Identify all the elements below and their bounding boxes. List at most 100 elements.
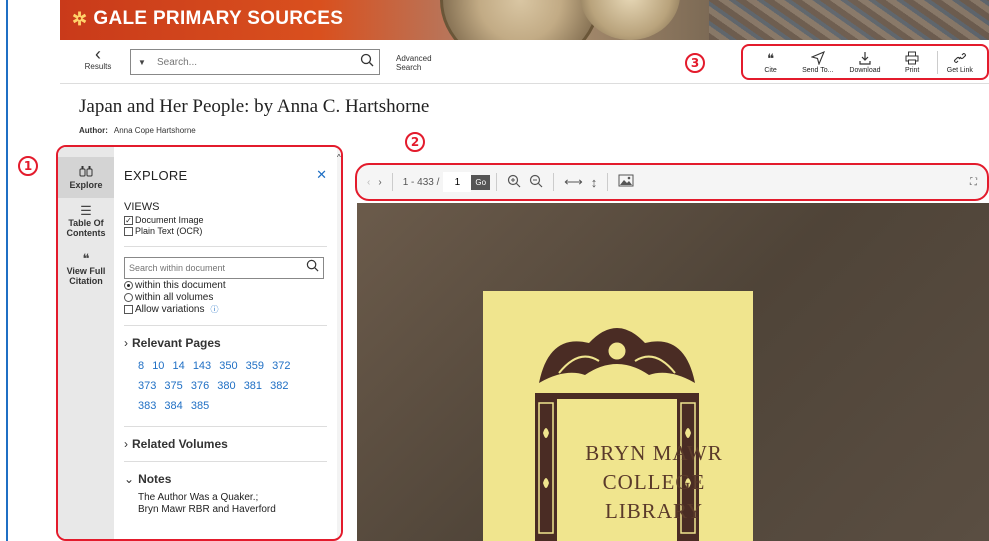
- image-settings-icon[interactable]: [618, 174, 634, 190]
- send-to-button[interactable]: Send To...: [796, 50, 840, 74]
- bookplate-text: BRYN MAWR COLLEGE LIBRARY: [579, 439, 729, 526]
- search-icon[interactable]: [355, 53, 379, 72]
- scope-all-volumes-radio[interactable]: within all volumes: [124, 292, 341, 303]
- search-within-box: [124, 257, 324, 279]
- scope-all-volumes-label: within all volumes: [135, 292, 214, 303]
- divider: [553, 173, 555, 191]
- page-number-input[interactable]: [443, 172, 472, 192]
- relevant-page-link[interactable]: 381: [244, 380, 262, 392]
- fit-height-icon[interactable]: ↕: [591, 175, 598, 190]
- document-image-label: Document Image: [135, 215, 204, 225]
- rail-cite-label-1: View Full: [66, 266, 106, 276]
- zoom-out-icon[interactable]: [529, 174, 543, 191]
- bookplate-image: BRYN MAWR COLLEGE LIBRARY: [483, 291, 753, 541]
- rail-toc-label-2: Contents: [66, 228, 106, 238]
- previous-page-icon[interactable]: ‹: [367, 177, 370, 188]
- next-page-icon[interactable]: ›: [378, 177, 381, 188]
- relevant-page-link[interactable]: 382: [270, 380, 288, 392]
- fullscreen-icon[interactable]: ⛶: [970, 177, 977, 188]
- zoom-in-icon[interactable]: [507, 174, 521, 191]
- print-button[interactable]: Print: [890, 51, 934, 74]
- related-volumes-toggle[interactable]: › Related Volumes: [124, 437, 341, 451]
- quote-icon: ❝: [82, 251, 90, 266]
- plate-line-1: BRYN MAWR: [585, 441, 723, 465]
- logo-text: GALE PRIMARY SOURCES: [93, 8, 344, 29]
- relevant-page-link[interactable]: 143: [193, 360, 211, 372]
- relevant-page-link[interactable]: 375: [164, 380, 182, 392]
- search-within-input[interactable]: [125, 263, 301, 273]
- search-scope-dropdown[interactable]: ▼: [131, 58, 153, 67]
- page-edge: [6, 0, 8, 541]
- relevant-page-link[interactable]: 10: [152, 360, 164, 372]
- relevant-page-link[interactable]: 373: [138, 380, 156, 392]
- rail-view-citation[interactable]: ❝ View Full Citation: [58, 246, 114, 294]
- scope-this-document-radio[interactable]: within this document: [124, 280, 341, 291]
- cite-button[interactable]: ❝ Cite: [749, 51, 793, 74]
- chevron-right-icon: ›: [124, 336, 128, 350]
- relevant-page-link[interactable]: 372: [272, 360, 290, 372]
- author-label: Author:: [79, 126, 108, 135]
- explore-pane: EXPLORE ✕ VIEWS ✓ Document Image Plain T…: [114, 147, 341, 539]
- relevant-page-link[interactable]: 14: [173, 360, 185, 372]
- pane-scrollbar[interactable]: [337, 147, 341, 539]
- document-image-checkbox[interactable]: ✓ Document Image: [124, 215, 341, 225]
- relevant-page-link[interactable]: 383: [138, 400, 156, 412]
- relevant-page-link[interactable]: 376: [191, 380, 209, 392]
- views-section: VIEWS ✓ Document Image Plain Text (OCR): [124, 201, 341, 236]
- results-back-button[interactable]: ‹ Results: [78, 44, 118, 71]
- close-icon[interactable]: ✕: [316, 167, 327, 183]
- help-icon[interactable]: ⓘ: [210, 304, 218, 315]
- checkbox-icon: [124, 305, 133, 314]
- checkbox-checked-icon: ✓: [124, 215, 133, 225]
- notes-label: Notes: [138, 472, 172, 486]
- plain-text-checkbox[interactable]: Plain Text (OCR): [124, 226, 341, 236]
- cite-label: Cite: [764, 66, 777, 74]
- scroll-up-arrow[interactable]: ^: [337, 153, 341, 162]
- send-icon: [796, 50, 840, 67]
- rail-explore[interactable]: Explore: [58, 157, 114, 198]
- notes-text: The Author Was a Quaker.; Bryn Mawr RBR …: [124, 492, 324, 516]
- header-banner: ✲ GALE PRIMARY SOURCES: [60, 0, 989, 40]
- explore-panel: Explore ☰ Table Of Contents ❝ View Full …: [56, 145, 343, 541]
- compass-graphic: [440, 0, 600, 40]
- explore-heading: EXPLORE: [124, 167, 188, 183]
- plate-line-3: LIBRARY: [604, 499, 703, 523]
- relevant-page-link[interactable]: 8: [138, 360, 144, 372]
- advanced-label-2: Search: [396, 63, 422, 72]
- callout-3: 3: [685, 53, 705, 73]
- advanced-search-link[interactable]: Advanced Search: [396, 54, 432, 72]
- relevant-page-link[interactable]: 384: [164, 400, 182, 412]
- allow-variations-label: Allow variations: [135, 304, 205, 315]
- callout-1: 1: [18, 156, 38, 176]
- plain-text-label: Plain Text (OCR): [135, 226, 203, 236]
- relevant-pages-toggle[interactable]: › Relevant Pages: [124, 336, 341, 350]
- relevant-pages-label: Relevant Pages: [132, 336, 221, 350]
- notes-line-2: Bryn Mawr RBR and Haverford: [138, 504, 276, 515]
- notes-toggle[interactable]: ⌄ Notes: [124, 472, 341, 486]
- chevron-right-icon: ›: [124, 437, 128, 451]
- search-icon[interactable]: [301, 259, 323, 277]
- chevron-left-icon: ‹: [95, 44, 101, 64]
- document-tools-group: ❝ Cite Send To... Download Print Get Lin…: [741, 44, 989, 80]
- radio-selected-icon: [124, 281, 133, 290]
- download-button[interactable]: Download: [843, 51, 887, 74]
- link-icon: [938, 51, 981, 67]
- gale-logo[interactable]: ✲ GALE PRIMARY SOURCES: [72, 8, 343, 30]
- binoculars-icon: [58, 165, 114, 178]
- rail-explore-label: Explore: [69, 180, 103, 190]
- fit-width-icon[interactable]: ⟷: [564, 174, 583, 190]
- divider: [607, 173, 609, 191]
- search-input[interactable]: [153, 56, 355, 68]
- allow-variations-checkbox[interactable]: Allow variations ⓘ: [124, 304, 341, 315]
- rail-table-of-contents[interactable]: ☰ Table Of Contents: [58, 198, 114, 246]
- document-viewer[interactable]: BRYN MAWR COLLEGE LIBRARY: [357, 203, 989, 541]
- relevant-page-link[interactable]: 385: [191, 400, 209, 412]
- relevant-page-link[interactable]: 380: [217, 380, 235, 392]
- relevant-page-link[interactable]: 359: [246, 360, 264, 372]
- results-label: Results: [84, 62, 112, 71]
- scope-this-document-label: within this document: [135, 280, 226, 291]
- relevant-page-link[interactable]: 350: [219, 360, 237, 372]
- list-icon: ☰: [80, 203, 92, 218]
- go-button[interactable]: Go: [471, 174, 491, 190]
- get-link-button[interactable]: Get Link: [937, 50, 981, 74]
